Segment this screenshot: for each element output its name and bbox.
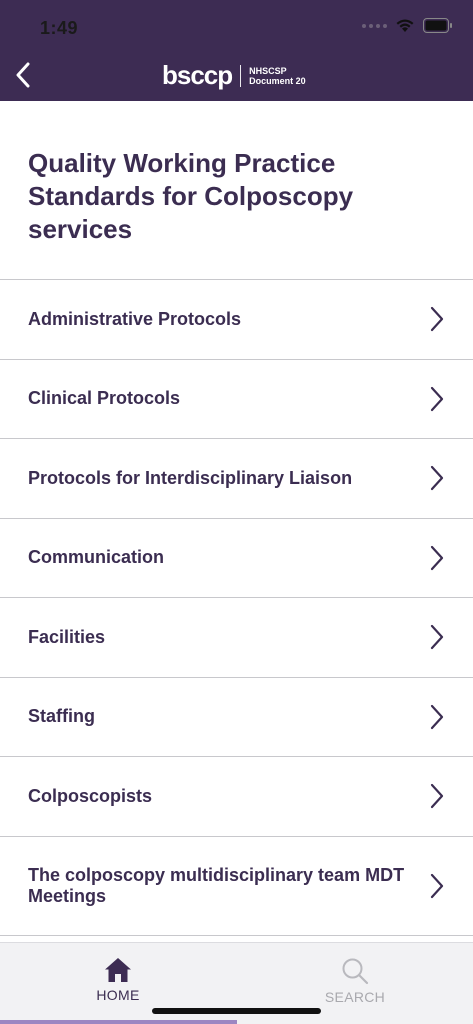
menu-item-communication[interactable]: Communication [0,519,473,598]
menu-list: Administrative Protocols Clinical Protoc… [0,279,473,936]
menu-item-administrative-protocols[interactable]: Administrative Protocols [0,280,473,360]
menu-item-label: Colposcopists [28,785,153,806]
battery-icon [423,18,453,33]
logo-divider [240,64,242,87]
menu-item-clinical-protocols[interactable]: Clinical Protocols [0,360,473,439]
status-bar: 1:49 [0,0,473,50]
chevron-right-icon [430,873,444,898]
chevron-left-icon [16,62,30,88]
status-icons [362,18,453,33]
tab-search-label: SEARCH [324,989,386,1005]
nav-bar: bsccp NHSCSP Document 20 [0,50,473,101]
tab-search[interactable]: SEARCH [295,957,415,1005]
home-icon [105,958,131,982]
page-title: Quality Working Practice Standards for C… [28,148,354,244]
chevron-right-icon [430,386,444,411]
menu-item-label: The colposcopy multidisciplinary team MD… [28,864,405,906]
wifi-icon [395,18,415,33]
chevron-right-icon [430,704,444,729]
logo-sub-line2: Document 20 [249,75,306,86]
menu-item-label: Staffing [28,706,95,727]
chevron-right-icon [430,625,444,650]
menu-item-label: Protocols for Interdisciplinary Liaison [28,467,353,488]
menu-item-label: Facilities [28,626,106,647]
signal-icon [362,23,387,28]
logo-wordmark: bsccp [162,60,233,90]
chevron-right-icon [430,545,444,570]
menu-item-staffing[interactable]: Staffing [0,678,473,757]
tab-home[interactable]: HOME [58,957,178,1003]
app-header: 1:49 bsccp NHSCSP Document 20 [0,0,473,101]
menu-item-label: Clinical Protocols [28,388,181,409]
logo-subtitle: NHSCSP Document 20 [249,66,306,86]
home-indicator [152,1008,321,1014]
menu-item-colposcopists[interactable]: Colposcopists [0,757,473,837]
chevron-right-icon [430,307,444,332]
logo-sub-line1: NHSCSP [249,65,287,76]
menu-item-interdisciplinary-liaison[interactable]: Protocols for Interdisciplinary Liaison [0,439,473,519]
chevron-right-icon [430,784,444,809]
bsccp-logo: bsccp NHSCSP Document 20 [162,60,306,91]
status-time: 1:49 [40,18,79,38]
chevron-right-icon [430,466,444,491]
back-button[interactable] [6,58,40,92]
progress-strip [0,1020,237,1024]
page-title-section: Quality Working Practice Standards for C… [0,101,473,279]
menu-item-mdt-meetings[interactable]: The colposcopy multidisciplinary team MD… [0,837,473,936]
menu-item-label: Administrative Protocols [28,308,242,329]
tab-home-label: HOME [96,987,140,1003]
menu-item-label: Communication [28,547,165,568]
menu-item-facilities[interactable]: Facilities [0,598,473,678]
search-icon [342,958,369,985]
